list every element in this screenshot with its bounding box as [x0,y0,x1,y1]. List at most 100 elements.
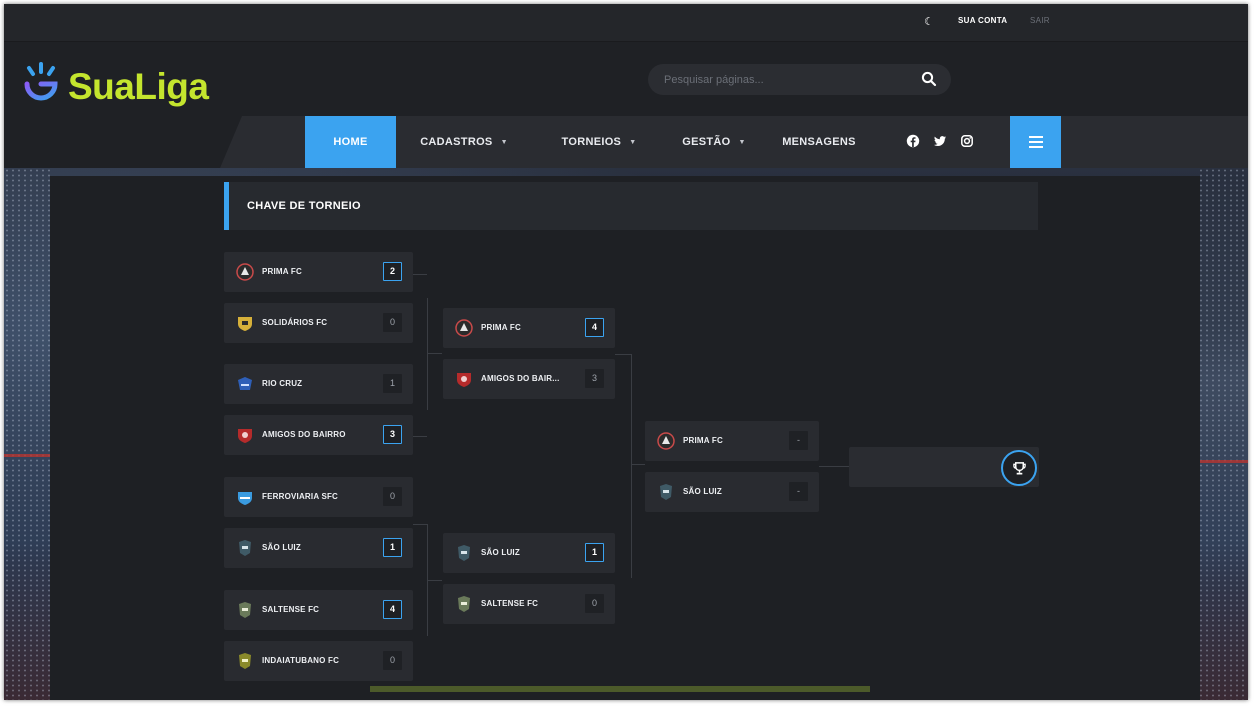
team-name: SOLIDÁRIOS FC [262,318,328,327]
bracket-team-r2-3[interactable]: SÃO LUIZ 1 [443,533,615,573]
chevron-down-icon: ▼ [629,139,637,146]
crowd-left [4,168,50,700]
team-score: 0 [383,487,402,506]
team-crest-icon [236,263,254,281]
bracket-team-r1-7[interactable]: SALTENSE FC 4 [224,590,413,630]
champion-badge[interactable] [1001,450,1037,486]
bracket-line [413,274,427,275]
twitter-icon[interactable] [933,134,947,148]
nav-home[interactable]: HOME [305,116,396,168]
search-bar [648,64,951,95]
bracket-team-r1-3[interactable]: RIO CRUZ 1 [224,364,413,404]
bracket-line [819,466,849,467]
team-name: SÃO LUIZ [481,548,520,557]
nav-torneios[interactable]: TORNEIOS ▼ [534,116,664,168]
bracket-team-r1-1[interactable]: PRIMA FC 2 [224,252,413,292]
pitch-strip [370,686,870,692]
team-score: 3 [585,369,604,388]
bracket-team-r2-2[interactable]: AMIGOS DO BAIR... 3 [443,359,615,399]
account-link[interactable]: SUA CONTA [958,16,1007,25]
logo-icon [24,62,58,101]
chevron-down-icon: ▼ [500,139,508,146]
nav-gestao[interactable]: GESTÃO ▼ [664,116,764,168]
nav-cadastros[interactable]: CADASTROS ▼ [404,116,524,168]
hamburger-icon [1029,146,1043,148]
nav-mensagens-label: MENSAGENS [782,136,856,148]
bracket-line [631,354,632,578]
team-name: SÃO LUIZ [262,543,301,552]
bracket-line [413,436,427,437]
team-score: 1 [383,374,402,393]
team-name: PRIMA FC [481,323,521,332]
team-score: 0 [585,594,604,613]
bracket-line [427,353,442,354]
bracket-team-r1-6[interactable]: SÃO LUIZ 1 [224,528,413,568]
team-score: 4 [383,600,402,619]
team-name: SALTENSE FC [481,599,539,608]
nav-home-label: HOME [333,136,368,148]
team-score: 2 [383,262,402,281]
bracket-team-r1-2[interactable]: SOLIDÁRIOS FC 0 [224,303,413,343]
team-score: - [789,482,808,501]
team-crest-icon [657,432,675,450]
bracket-team-r2-1[interactable]: PRIMA FC 4 [443,308,615,348]
team-crest-icon [458,596,470,612]
bracket-line [631,464,645,465]
page-title: CHAVE DE TORNEIO [247,200,361,212]
team-crest-icon [457,373,471,387]
bracket-line [615,354,631,355]
trophy-icon [1013,462,1026,475]
hamburger-icon [1029,136,1043,138]
team-score: 1 [383,538,402,557]
page-title-card: CHAVE DE TORNEIO [224,182,1038,230]
team-score: 3 [383,425,402,444]
bracket-team-r3-1[interactable]: PRIMA FC - [645,421,819,461]
team-crest-icon [238,317,252,331]
dark-mode-icon[interactable]: ☾ [922,15,936,29]
team-name: FERROVIARIA SFC [262,492,339,501]
menu-button[interactable] [1010,116,1061,168]
team-crest-icon [238,429,252,443]
bracket-team-r3-2[interactable]: SÃO LUIZ - [645,472,819,512]
nav-torneios-label: TORNEIOS [561,136,622,148]
nav-cadastros-label: CADASTROS [420,136,493,148]
instagram-icon[interactable] [960,134,974,148]
team-name: AMIGOS DO BAIR... [481,374,560,383]
team-crest-icon [239,602,251,618]
team-name: AMIGOS DO BAIRRO [262,430,346,439]
team-name: PRIMA FC [683,436,723,445]
team-crest-icon [239,653,251,669]
content-panel [50,176,1200,700]
bracket-team-r2-4[interactable]: SALTENSE FC 0 [443,584,615,624]
team-name: PRIMA FC [262,267,302,276]
team-crest-icon [238,377,252,390]
team-score: 4 [585,318,604,337]
team-crest-icon [238,492,252,505]
team-score: - [789,431,808,450]
bracket-line [413,524,427,525]
search-icon[interactable] [921,71,937,87]
stand-stripe [1198,460,1248,463]
bracket-line [427,580,442,581]
team-name: SALTENSE FC [262,605,320,614]
nav-gestao-label: GESTÃO [682,136,731,148]
app-window: ☾ SUA CONTA SAIR SuaLiga Pesquisar págin… [4,4,1248,700]
team-score: 1 [585,543,604,562]
bracket-team-r1-8[interactable]: INDAIATUBANO FC 0 [224,641,413,681]
nav-mensagens[interactable]: MENSAGENS [774,116,864,168]
chevron-down-icon: ▼ [738,139,746,146]
logout-link[interactable]: SAIR [1030,16,1050,25]
bracket-team-r1-5[interactable]: FERROVIARIA SFC 0 [224,477,413,517]
team-crest-icon [455,319,473,337]
search-input[interactable] [664,72,904,87]
team-score: 0 [383,313,402,332]
top-bar: ☾ SUA CONTA SAIR [4,4,1248,42]
bracket-team-r1-4[interactable]: AMIGOS DO BAIRRO 3 [224,415,413,455]
brand-name[interactable]: SuaLiga [68,66,209,108]
hamburger-icon [1029,141,1043,143]
team-name: RIO CRUZ [262,379,303,388]
facebook-icon[interactable] [906,134,920,148]
team-name: INDAIATUBANO FC [262,656,340,665]
team-crest-icon [239,540,251,556]
bracket-line [427,298,428,410]
